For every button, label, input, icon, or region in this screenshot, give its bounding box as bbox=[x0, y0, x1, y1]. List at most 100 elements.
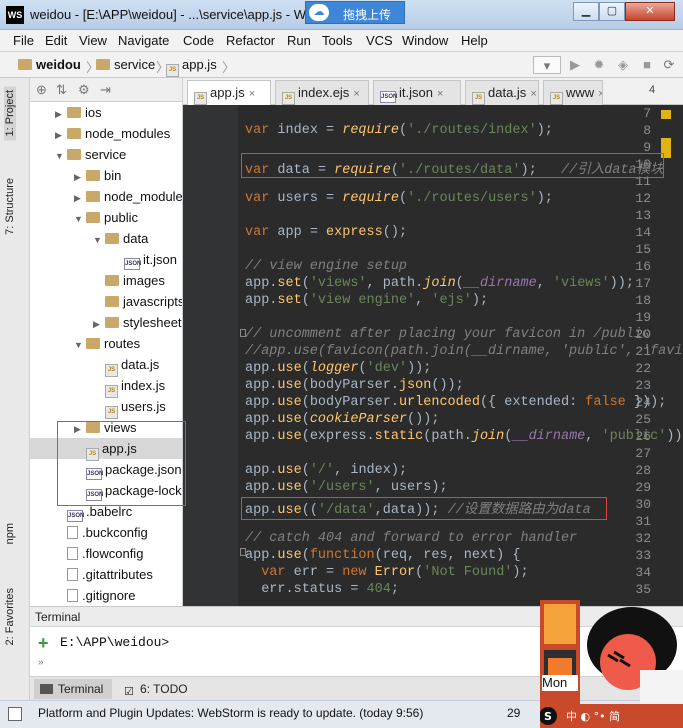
code-line[interactable]: // catch 404 and forward to error handle… bbox=[245, 531, 577, 546]
menu-item-run[interactable]: Run bbox=[287, 33, 311, 48]
expand-arrow-icon[interactable]: ▼ bbox=[55, 146, 67, 167]
tree-item[interactable]: JS index.js bbox=[30, 375, 182, 398]
expand-arrow-icon[interactable]: ▼ bbox=[74, 209, 86, 230]
tree-item[interactable]: javascripts bbox=[30, 291, 182, 312]
run-icon[interactable]: ▶ bbox=[565, 56, 585, 74]
menu-item-vcs[interactable]: VCS bbox=[366, 33, 393, 48]
menu-item-view[interactable]: View bbox=[79, 33, 107, 48]
tree-item[interactable]: ▼ service bbox=[30, 144, 182, 167]
collapse-icon[interactable]: ⇅ bbox=[56, 82, 67, 98]
close-tab-icon[interactable]: × bbox=[437, 88, 443, 100]
code-line[interactable]: app.use(express.static(path.join(__dirna… bbox=[245, 429, 683, 444]
close-tab-icon[interactable]: × bbox=[530, 88, 536, 100]
expand-arrow-icon[interactable]: ▼ bbox=[93, 230, 105, 251]
code-line[interactable]: app.use(bodyParser.urlencoded({ extended… bbox=[245, 395, 666, 410]
tab-favorites[interactable]: 2: Favorites bbox=[4, 588, 16, 645]
status-toggle-icon[interactable] bbox=[8, 707, 22, 721]
tab-overflow-count[interactable]: 4 bbox=[649, 84, 655, 96]
editor-tab[interactable]: JSON it.json × bbox=[373, 80, 461, 105]
tree-item[interactable]: ▼ data bbox=[30, 228, 182, 251]
tab-structure[interactable]: 7: Structure bbox=[4, 178, 16, 235]
stop-icon[interactable]: ■ bbox=[637, 56, 657, 74]
terminal-prompt[interactable]: E:\APP\weidou> bbox=[60, 635, 169, 650]
debug-icon[interactable]: ✹ bbox=[589, 56, 609, 74]
menu-item-code[interactable]: Code bbox=[183, 33, 214, 48]
scroll-from-source-icon[interactable]: ⊕ bbox=[36, 82, 47, 98]
more-icon[interactable]: » bbox=[38, 657, 44, 668]
menu-item-tools[interactable]: Tools bbox=[322, 33, 352, 48]
tab-npm[interactable]: npm bbox=[4, 523, 16, 544]
menu-item-refactor[interactable]: Refactor bbox=[226, 33, 275, 48]
breadcrumb-file[interactable]: JS app.js bbox=[166, 57, 217, 77]
fold-icon[interactable] bbox=[240, 329, 246, 337]
menu-item-window[interactable]: Window bbox=[402, 33, 448, 48]
breadcrumb-project[interactable]: weidou bbox=[18, 57, 81, 72]
tree-item[interactable]: JSON it.json bbox=[30, 249, 182, 270]
tree-item[interactable]: ▶ ios bbox=[30, 102, 182, 125]
menu-item-edit[interactable]: Edit bbox=[45, 33, 67, 48]
menu-item-navigate[interactable]: Navigate bbox=[118, 33, 169, 48]
menu-item-file[interactable]: File bbox=[13, 33, 34, 48]
maximize-button[interactable]: ▢ bbox=[599, 2, 625, 21]
editor-tab[interactable]: JS index.ejs × bbox=[275, 80, 369, 105]
code-line[interactable]: err.status = 404; bbox=[245, 582, 399, 597]
editor-tab[interactable]: JS app.js × bbox=[187, 80, 271, 105]
coverage-icon[interactable]: ◈ bbox=[613, 56, 633, 74]
sync-icon[interactable]: ⟳ bbox=[659, 56, 679, 74]
code-line[interactable]: var users = require('./routes/users'); bbox=[245, 191, 553, 206]
tree-item[interactable]: JS data.js bbox=[30, 354, 182, 377]
hide-icon[interactable]: ⇥ bbox=[100, 82, 111, 98]
warning-marker[interactable] bbox=[661, 110, 671, 119]
code-line[interactable]: // view engine setup bbox=[245, 259, 407, 274]
tree-item[interactable]: ▶ node_modules bbox=[30, 186, 182, 209]
close-tab-icon[interactable]: × bbox=[249, 88, 255, 100]
tree-item[interactable]: ▶ stylesheets bbox=[30, 312, 182, 335]
code-line[interactable]: app.use('/users', users); bbox=[245, 480, 448, 495]
editor-tab[interactable]: JSwww× bbox=[543, 80, 603, 105]
add-terminal-icon[interactable]: + bbox=[38, 633, 49, 654]
tab-project[interactable]: 1: Project bbox=[4, 86, 16, 141]
tree-item[interactable]: .gitattributes bbox=[30, 564, 182, 585]
status-message[interactable]: Platform and Plugin Updates: WebStorm is… bbox=[38, 706, 423, 720]
tree-item[interactable]: .buckconfig bbox=[30, 522, 182, 543]
code-line[interactable]: var index = require('./routes/index'); bbox=[245, 123, 553, 138]
code-line[interactable]: app.use(logger('dev')); bbox=[245, 361, 431, 376]
code-line[interactable]: //app.use(favicon(path.join(__dirname, '… bbox=[245, 344, 682, 359]
code-line[interactable]: // uncomment after placing your favicon … bbox=[245, 327, 650, 342]
code-line[interactable]: app.use(function(req, res, next) { bbox=[245, 548, 520, 563]
tree-item[interactable]: .gitignore bbox=[30, 585, 182, 606]
close-tab-icon[interactable]: × bbox=[353, 88, 359, 100]
expand-arrow-icon[interactable]: ▼ bbox=[74, 335, 86, 356]
code-line[interactable]: var app = express(); bbox=[245, 225, 407, 240]
code-line[interactable]: app.use(cookieParser()); bbox=[245, 412, 439, 427]
menu-item-help[interactable]: Help bbox=[461, 33, 488, 48]
expand-arrow-icon[interactable]: ▶ bbox=[74, 188, 86, 209]
expand-arrow-icon[interactable]: ▶ bbox=[55, 104, 67, 125]
upload-overlay-button[interactable]: ☁ 拖拽上传 bbox=[305, 1, 405, 24]
caret-position[interactable]: 29 bbox=[507, 706, 520, 720]
tab-terminal[interactable]: Terminal bbox=[34, 679, 112, 699]
expand-arrow-icon[interactable]: ▶ bbox=[74, 167, 86, 188]
code-line[interactable]: app.use('/', index); bbox=[245, 463, 407, 478]
code-line[interactable]: app.set('views', path.join(__dirname, 'v… bbox=[245, 276, 634, 291]
close-tab-icon[interactable]: × bbox=[598, 88, 602, 100]
tab-todo[interactable]: ☑ 6: TODO bbox=[122, 679, 188, 699]
code-line[interactable]: var err = new Error('Not Found'); bbox=[245, 565, 528, 580]
editor-tab[interactable]: JS data.js × bbox=[465, 80, 539, 105]
tree-item[interactable]: .flowconfig bbox=[30, 543, 182, 564]
tree-item[interactable]: ▶ bin bbox=[30, 165, 182, 188]
code-line[interactable]: app.set('view engine', 'ejs'); bbox=[245, 293, 488, 308]
close-button[interactable]: ✕ bbox=[625, 2, 675, 21]
tree-item[interactable]: ▼ routes bbox=[30, 333, 182, 356]
code-line[interactable]: app.use(bodyParser.json()); bbox=[245, 378, 464, 393]
run-config-dropdown[interactable]: ▾ bbox=[533, 56, 561, 74]
tree-item[interactable]: JS users.js bbox=[30, 396, 182, 419]
tree-item[interactable]: ▼ public bbox=[30, 207, 182, 230]
fold-icon[interactable] bbox=[240, 548, 246, 556]
tree-item[interactable]: ▶ node_modules bbox=[30, 123, 182, 144]
expand-arrow-icon[interactable]: ▶ bbox=[93, 314, 105, 335]
tree-item[interactable]: images bbox=[30, 270, 182, 291]
breadcrumb-service[interactable]: service bbox=[96, 57, 155, 72]
minimize-button[interactable]: ▁ bbox=[573, 2, 599, 21]
settings-icon[interactable]: ⚙ bbox=[78, 82, 90, 98]
